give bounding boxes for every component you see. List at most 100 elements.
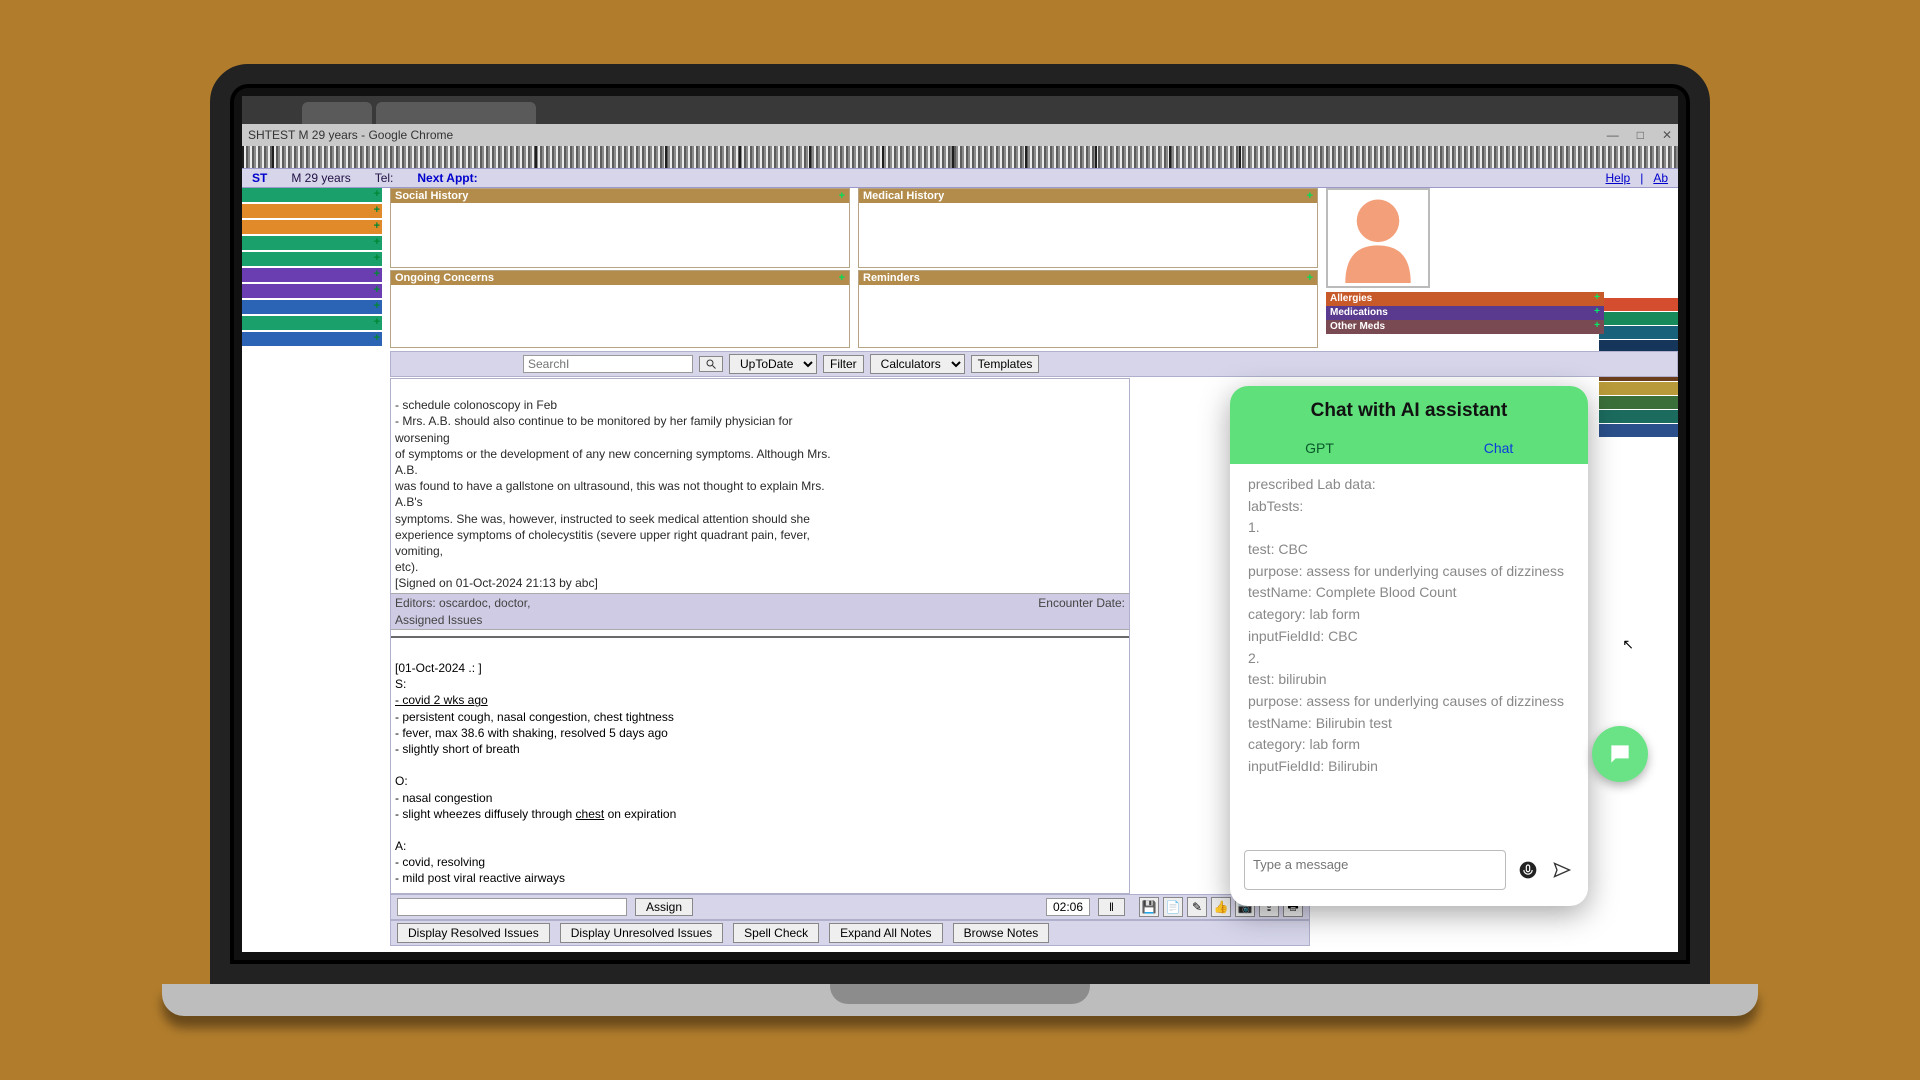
left-nav-stripes: + + + + + + + + + + (242, 188, 382, 348)
redacted-toolbar (242, 146, 1678, 168)
nav-stripe[interactable]: + (242, 316, 382, 330)
add-icon[interactable]: + (374, 204, 380, 216)
chat-line: test: bilirubin (1248, 669, 1570, 691)
add-icon[interactable]: + (374, 332, 380, 344)
browser-tab[interactable] (376, 102, 536, 124)
chat-line: category: lab form (1248, 734, 1570, 756)
add-icon[interactable]: + (1594, 306, 1600, 317)
nav-stripe[interactable] (1599, 410, 1678, 423)
add-icon[interactable]: + (374, 188, 380, 200)
window-maximize[interactable]: □ (1637, 128, 1644, 142)
help-link[interactable]: Help (1606, 171, 1631, 185)
nav-stripe[interactable]: + (242, 220, 382, 234)
about-link[interactable]: Ab (1653, 171, 1668, 185)
display-unresolved-button[interactable]: Display Unresolved Issues (560, 923, 723, 943)
assign-bar: Assign 02:06 ‖ 💾 📄 ✎ 👍 📷 ⇪ (390, 894, 1310, 920)
chat-title: Chat with AI assistant (1230, 400, 1588, 422)
panel-ongoing-concerns[interactable]: Ongoing Concerns + (390, 270, 850, 348)
panel-medical-history[interactable]: Medical History + (858, 188, 1318, 268)
browser-tab[interactable] (302, 102, 372, 124)
send-icon[interactable] (1550, 858, 1574, 882)
templates-button[interactable]: Templates (971, 355, 1040, 373)
nav-stripe[interactable]: + (242, 236, 382, 250)
nav-stripe[interactable] (1599, 382, 1678, 395)
nav-stripe[interactable]: + (242, 252, 382, 266)
band-other-meds[interactable]: Other Meds+ (1326, 320, 1604, 334)
patient-tel-label: Tel: (375, 171, 394, 185)
add-icon[interactable]: + (839, 272, 845, 284)
chat-input-row (1230, 840, 1588, 906)
chat-tab-gpt[interactable]: GPT (1230, 432, 1409, 464)
expand-notes-button[interactable]: Expand All Notes (829, 923, 942, 943)
chat-tab-chat[interactable]: Chat (1409, 432, 1588, 464)
uptodate-select[interactable]: UpToDate (729, 354, 817, 374)
encounter-notes[interactable]: - schedule colonoscopy in Feb - Mrs. A.B… (390, 378, 1130, 894)
edit-icon[interactable]: ✎ (1187, 897, 1207, 917)
panel-reminders[interactable]: Reminders + (858, 270, 1318, 348)
next-appt-label: Next Appt: (417, 171, 477, 185)
nav-stripe[interactable]: + (242, 268, 382, 282)
nav-stripe[interactable] (1599, 424, 1678, 437)
assign-input[interactable] (397, 898, 627, 916)
panel-title: Reminders (863, 272, 920, 284)
pause-button[interactable]: ‖ (1098, 898, 1125, 916)
window-title: SHTEST M 29 years - Google Chrome (248, 128, 453, 142)
add-icon[interactable]: + (839, 190, 845, 202)
add-icon[interactable]: + (374, 284, 380, 296)
nav-stripe[interactable] (1599, 298, 1678, 311)
window-minimize[interactable]: — (1607, 128, 1619, 142)
nav-stripe[interactable] (1599, 326, 1678, 339)
chat-messages[interactable]: prescribed Lab data:labTests:1.test: CBC… (1230, 464, 1588, 840)
chat-line: purpose: assess for underlying causes of… (1248, 691, 1570, 713)
nav-stripe[interactable] (1599, 312, 1678, 325)
add-icon[interactable]: + (1594, 320, 1600, 331)
nav-stripe[interactable]: + (242, 204, 382, 218)
avatar[interactable] (1326, 188, 1430, 288)
panel-social-history[interactable]: Social History+ (390, 188, 850, 268)
add-icon[interactable]: + (374, 316, 380, 328)
nav-stripe[interactable]: + (242, 284, 382, 298)
nav-stripe[interactable] (1599, 396, 1678, 409)
chat-line: testName: Bilirubin test (1248, 713, 1570, 735)
nav-stripe[interactable]: + (242, 300, 382, 314)
laptop-base (162, 984, 1758, 1016)
calculators-select[interactable]: Calculators (870, 354, 965, 374)
chat-line: category: lab form (1248, 604, 1570, 626)
panel-title: Ongoing Concerns (395, 272, 494, 284)
search-input[interactable] (523, 355, 693, 373)
window-close[interactable]: ✕ (1662, 128, 1672, 142)
panel-title: Medical History (863, 190, 944, 202)
add-icon[interactable]: + (374, 268, 380, 280)
chat-fab[interactable] (1592, 726, 1648, 782)
encounter-timer: 02:06 (1046, 898, 1090, 916)
browse-notes-button[interactable]: Browse Notes (953, 923, 1050, 943)
soap-note[interactable]: [01-Oct-2024 .: ] S: - covid 2 wks ago -… (391, 642, 1129, 894)
chat-line: 2. (1248, 648, 1570, 670)
thumbs-up-icon[interactable]: 👍 (1211, 897, 1231, 917)
add-icon[interactable]: + (1594, 292, 1600, 303)
band-allergies[interactable]: Allergies+ (1326, 292, 1604, 306)
band-medications[interactable]: Medications+ (1326, 306, 1604, 320)
cursor-icon: ↖ (1622, 636, 1634, 653)
add-icon[interactable]: + (1307, 190, 1313, 202)
add-icon[interactable]: + (374, 252, 380, 264)
filter-button[interactable]: Filter (823, 355, 864, 373)
new-note-icon[interactable]: 📄 (1163, 897, 1183, 917)
chat-input[interactable] (1244, 850, 1506, 890)
search-button[interactable] (699, 356, 723, 372)
spell-check-button[interactable]: Spell Check (733, 923, 819, 943)
display-resolved-button[interactable]: Display Resolved Issues (397, 923, 550, 943)
nav-stripe[interactable]: + (242, 188, 382, 202)
nav-stripe[interactable]: + (242, 332, 382, 346)
add-icon[interactable]: + (374, 300, 380, 312)
add-icon[interactable]: + (374, 236, 380, 248)
add-icon[interactable]: + (1307, 272, 1313, 284)
chat-header: Chat with AI assistant GPT Chat (1230, 386, 1588, 464)
mic-icon[interactable] (1516, 858, 1540, 882)
save-icon[interactable]: 💾 (1139, 897, 1159, 917)
prior-note-text: - schedule colonoscopy in Feb - Mrs. A.B… (391, 379, 1129, 593)
add-icon[interactable]: + (374, 220, 380, 232)
assign-button[interactable]: Assign (635, 898, 693, 916)
chat-line: inputFieldId: Bilirubin (1248, 756, 1570, 778)
chat-line: testName: Complete Blood Count (1248, 582, 1570, 604)
